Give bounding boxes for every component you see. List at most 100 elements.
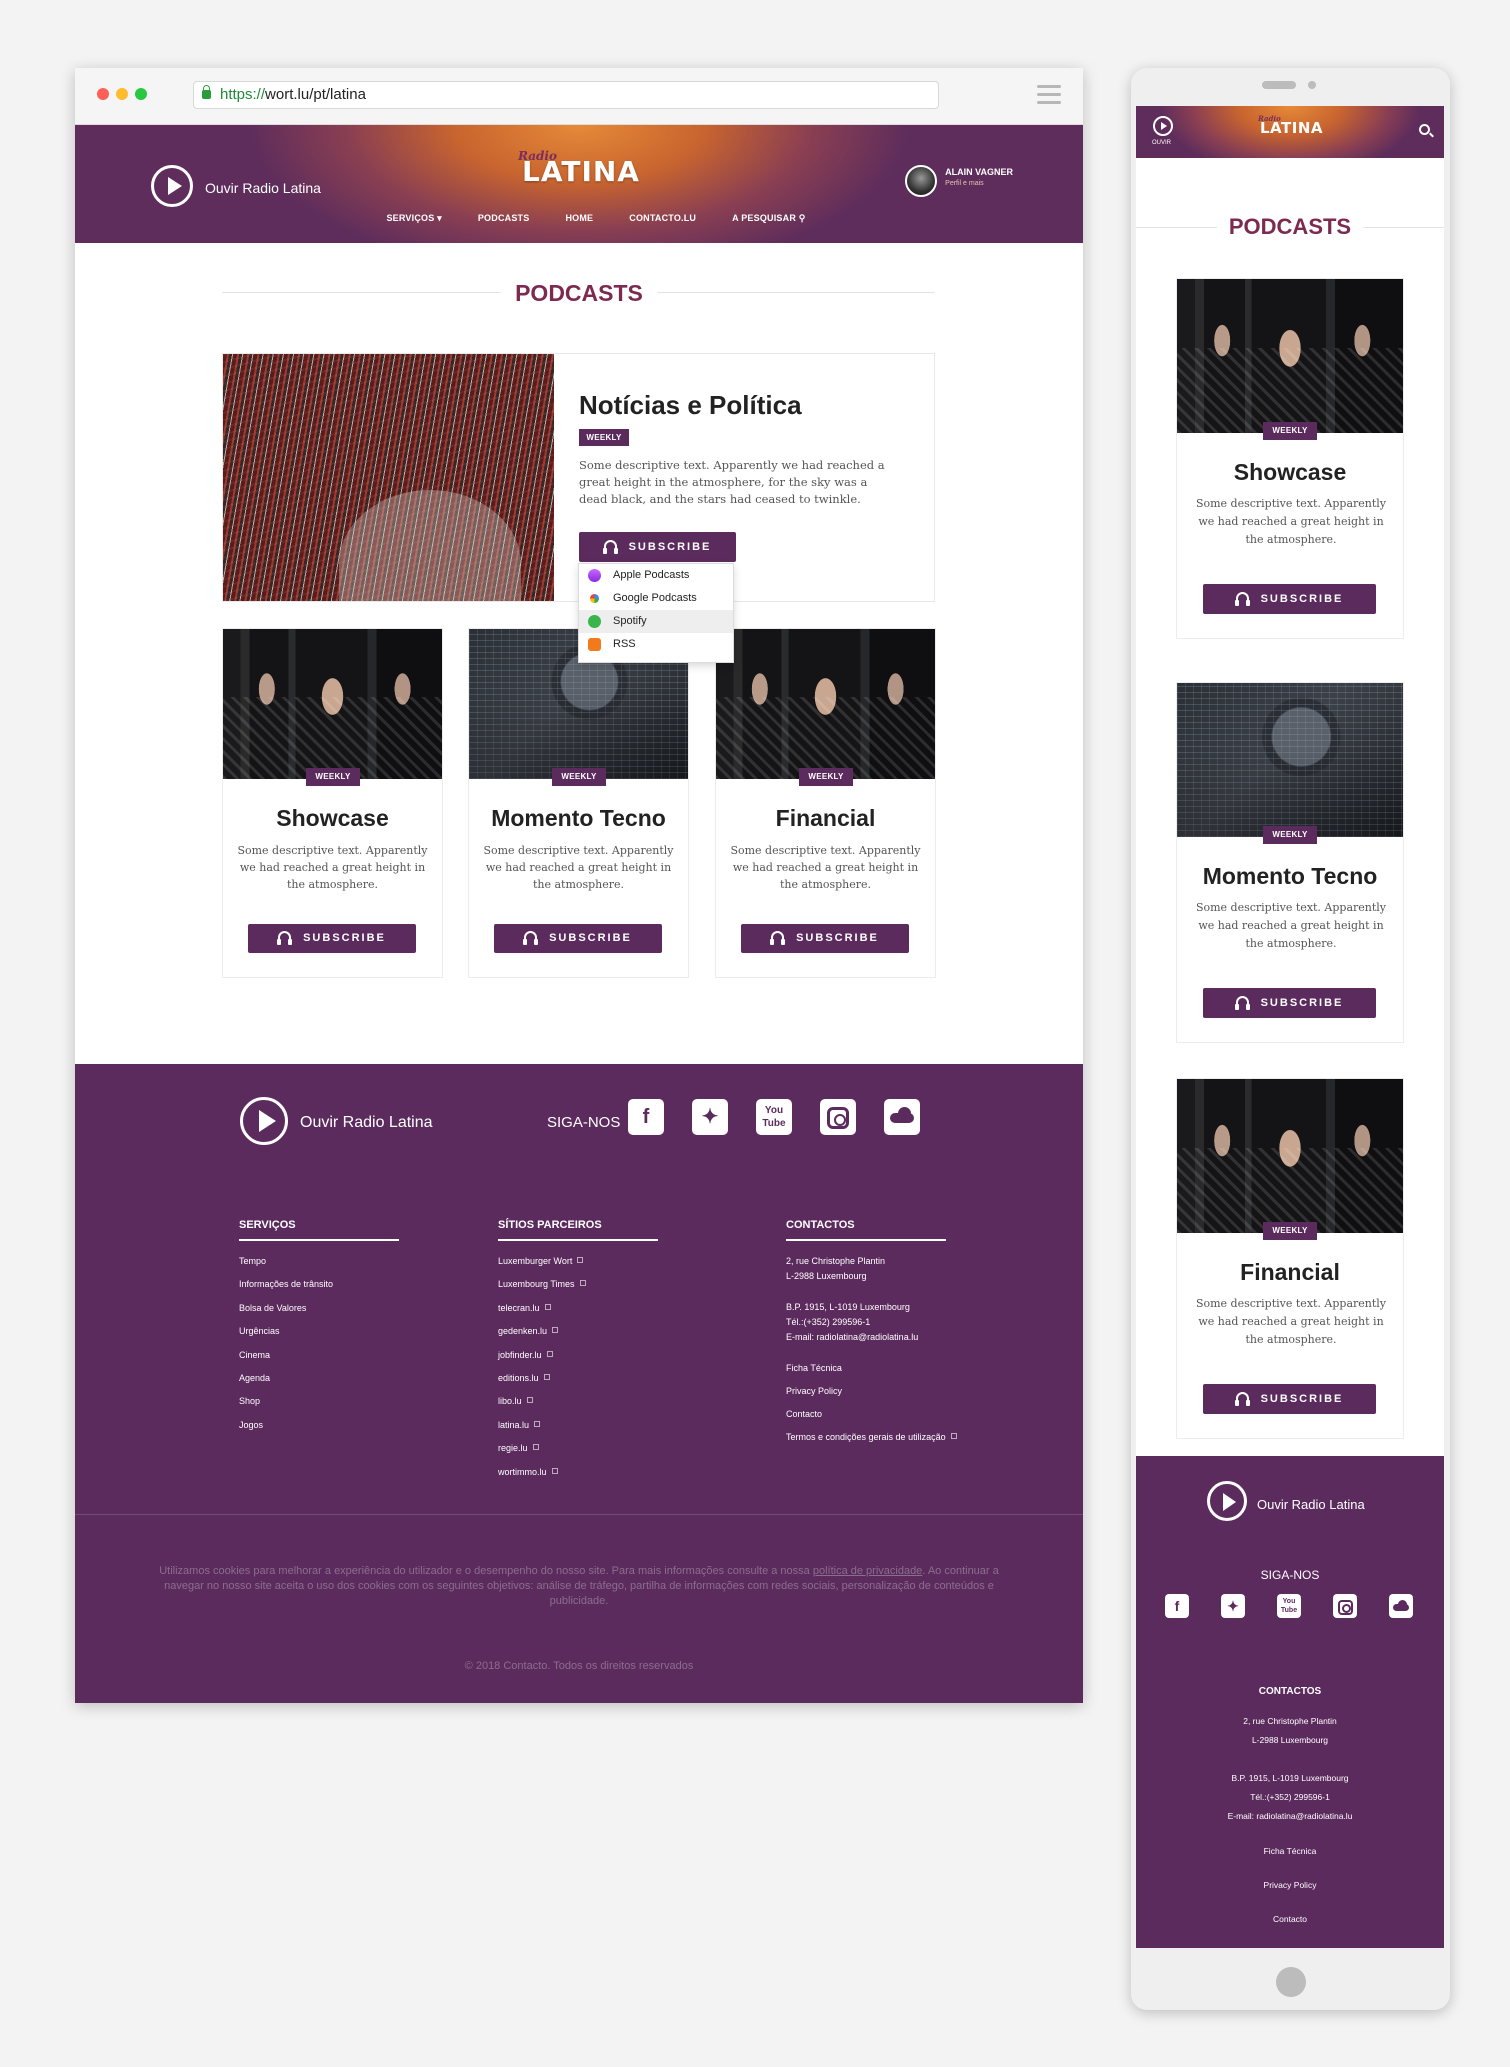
footer-link[interactable]: Shop <box>239 1396 333 1419</box>
home-button[interactable] <box>1276 1967 1306 1997</box>
play-icon[interactable] <box>240 1097 288 1145</box>
user-profile[interactable]: ALAIN VAGNER Perfil e mais <box>905 165 1013 197</box>
partner-link[interactable]: telecran.lu <box>498 1303 586 1326</box>
apple-podcasts-icon <box>588 569 601 582</box>
partner-link[interactable]: regie.lu <box>498 1443 586 1466</box>
footer-link[interactable]: Informações de trânsito <box>239 1279 333 1302</box>
partner-link[interactable]: wortimmo.lu <box>498 1467 586 1490</box>
subscribe-button[interactable]: SUBSCRIBE <box>248 924 416 953</box>
avatar <box>905 165 938 197</box>
maximize-window-button[interactable] <box>135 88 147 100</box>
logo-latina-text: LATINA <box>522 155 640 188</box>
financial-image <box>716 629 935 779</box>
email[interactable]: E-mail: radiolatina@radiolatina.lu <box>786 1330 957 1345</box>
footer-link[interactable]: Contacto <box>786 1407 957 1430</box>
twitter-icon[interactable]: ✦ <box>692 1099 728 1135</box>
nav-item-home[interactable]: HOME <box>565 213 593 224</box>
radio-latina-logo[interactable]: Radio LATINA <box>1258 114 1323 138</box>
listen-live-link[interactable]: Ouvir Radio Latina <box>205 180 321 196</box>
address-bar[interactable]: https://wort.lu/pt/latina <box>193 81 939 109</box>
headphones-icon <box>523 931 539 945</box>
facebook-icon[interactable]: f <box>1165 1594 1189 1618</box>
spotify-icon <box>588 615 601 628</box>
subscribe-button[interactable]: SUBSCRIBE <box>1203 1384 1376 1414</box>
card-description: Some descriptive text. Apparently we had… <box>730 844 921 891</box>
footer-link[interactable]: Bolsa de Valores <box>239 1303 333 1326</box>
external-link-icon <box>543 1373 550 1380</box>
footer-link[interactable]: Termos e condições gerais de utilização <box>786 1430 957 1453</box>
subscribe-button[interactable]: SUBSCRIBE <box>1203 988 1376 1018</box>
external-link-icon <box>526 1397 533 1404</box>
close-window-button[interactable] <box>97 88 109 100</box>
external-link-icon <box>551 1467 558 1474</box>
minimize-window-button[interactable] <box>116 88 128 100</box>
card-description: Some descriptive text. Apparently we had… <box>237 844 428 891</box>
nav-item-podcasts[interactable]: PODCASTS <box>478 213 530 224</box>
podcast-card-showcase: WEEKLY Showcase Some descriptive text. A… <box>222 628 443 978</box>
dropdown-item-rss[interactable]: RSS <box>579 633 733 656</box>
partner-link[interactable]: Luxembourg Times <box>498 1279 586 1302</box>
headphones-icon <box>770 931 786 945</box>
partner-link[interactable]: Luxemburger Wort <box>498 1256 586 1279</box>
services-heading: SERVIÇOS <box>239 1219 399 1241</box>
footer-link[interactable]: Ficha Técnica <box>1136 1834 1444 1868</box>
footer-link[interactable]: Tempo <box>239 1256 333 1279</box>
footer-link[interactable]: Jogos <box>239 1420 333 1443</box>
play-icon[interactable] <box>151 165 193 207</box>
browser-toolbar: https://wort.lu/pt/latina <box>75 68 1083 125</box>
po-box: B.P. 1915, L-1019 Luxembourg <box>786 1302 910 1312</box>
headphones-icon <box>277 931 293 945</box>
services-list: Tempo Informações de trânsito Bolsa de V… <box>239 1256 333 1443</box>
footer-listen-link[interactable]: Ouvir Radio Latina <box>1257 1497 1365 1512</box>
partner-link[interactable]: editions.lu <box>498 1373 586 1396</box>
footer-link[interactable]: Privacy Policy <box>786 1384 957 1407</box>
nav-item-servicos[interactable]: SERVIÇOS ▾ <box>386 213 441 224</box>
footer-link[interactable]: Contacto <box>1136 1902 1444 1936</box>
email[interactable]: E-mail: radiolatina@radiolatina.lu <box>1136 1807 1444 1826</box>
footer-link[interactable]: Ficha Técnica <box>786 1361 957 1384</box>
desktop-browser-window: https://wort.lu/pt/latina Ouvir Radio La… <box>75 68 1083 1703</box>
dropdown-item-google-podcasts[interactable]: Google Podcasts <box>579 587 733 610</box>
youtube-icon[interactable]: You Tube <box>756 1099 792 1135</box>
podcast-card-financial: WEEKLY Financial Some descriptive text. … <box>715 628 936 978</box>
partner-link[interactable]: libo.lu <box>498 1396 586 1419</box>
soundcloud-icon[interactable] <box>884 1099 920 1135</box>
radio-latina-logo[interactable]: Radio LATINA <box>518 149 648 195</box>
featured-title: Notícias e Política <box>579 390 802 420</box>
subscribe-button[interactable]: SUBSCRIBE <box>1203 584 1376 614</box>
cookie-notice: Utilizamos cookies para melhorar a exper… <box>159 1565 999 1607</box>
nav-item-search[interactable]: A PESQUISAR ⚲ <box>732 213 805 224</box>
headphones-icon <box>1234 996 1250 1010</box>
subscribe-button[interactable]: SUBSCRIBE <box>741 924 909 953</box>
subscribe-button[interactable]: SUBSCRIBE <box>494 924 662 953</box>
footer-link[interactable]: Privacy Policy <box>1136 1868 1444 1902</box>
instagram-icon[interactable] <box>1333 1594 1357 1618</box>
play-icon[interactable] <box>1153 116 1173 136</box>
footer-link[interactable]: Agenda <box>239 1373 333 1396</box>
partner-link[interactable]: latina.lu <box>498 1420 586 1443</box>
nav-item-contacto[interactable]: CONTACTO.LU <box>629 213 696 224</box>
youtube-icon[interactable]: You Tube <box>1277 1594 1301 1618</box>
circuit-board-image <box>1177 683 1403 837</box>
phone-camera <box>1308 81 1316 89</box>
soundcloud-icon[interactable] <box>1389 1594 1413 1618</box>
dropdown-item-apple-podcasts[interactable]: Apple Podcasts <box>579 564 733 587</box>
partner-link[interactable]: gedenken.lu <box>498 1326 586 1349</box>
weekly-badge: WEEKLY <box>799 768 853 786</box>
browser-menu-icon[interactable] <box>1037 85 1061 109</box>
play-icon[interactable] <box>1207 1481 1247 1521</box>
dropdown-item-spotify[interactable]: Spotify <box>579 610 733 633</box>
facebook-icon[interactable]: f <box>628 1099 664 1135</box>
privacy-policy-link[interactable]: política de privacidade <box>813 1565 922 1577</box>
subscribe-button[interactable]: SUBSCRIBE <box>579 532 736 562</box>
headphones-icon <box>1234 592 1250 606</box>
search-icon[interactable] <box>1419 124 1430 135</box>
footer-link[interactable]: Cinema <box>239 1350 333 1373</box>
partner-link[interactable]: jobfinder.lu <box>498 1350 586 1373</box>
instagram-icon[interactable] <box>820 1099 856 1135</box>
po-box: B.P. 1915, L-1019 Luxembourg <box>1231 1773 1349 1783</box>
footer-listen-link[interactable]: Ouvir Radio Latina <box>300 1114 433 1132</box>
footer-link[interactable]: Urgências <box>239 1326 333 1349</box>
weekly-badge: WEEKLY <box>552 768 606 786</box>
twitter-icon[interactable]: ✦ <box>1221 1594 1245 1618</box>
